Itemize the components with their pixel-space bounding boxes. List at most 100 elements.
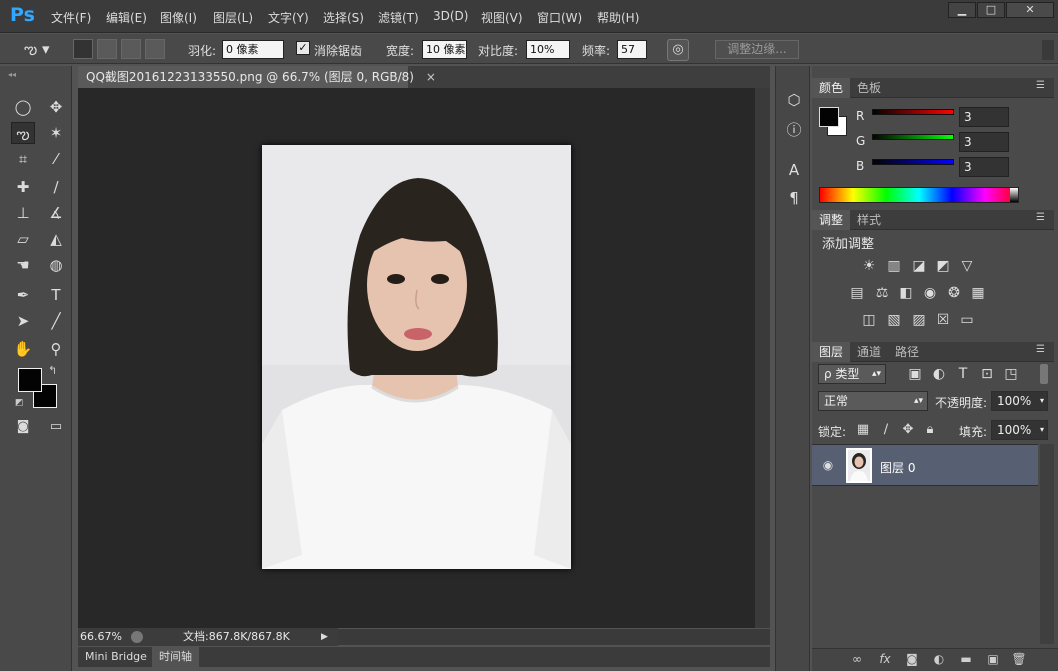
channel-mixer-icon[interactable]: ❂ — [945, 285, 963, 301]
quick-mask-icon[interactable]: ◙ — [11, 416, 35, 438]
line-tool-icon[interactable]: ╱ — [44, 310, 68, 332]
type-tool-icon[interactable]: T — [44, 284, 68, 306]
new-group-icon[interactable]: ▬ — [957, 651, 975, 667]
new-selection-icon[interactable] — [73, 39, 93, 59]
fill-input[interactable]: 100% ▾ — [991, 420, 1048, 440]
link-layers-icon[interactable]: ∞ — [848, 651, 866, 667]
tab-color[interactable]: 颜色 — [812, 78, 851, 98]
black-white-ramp[interactable] — [1010, 188, 1018, 202]
tab-channels[interactable]: 通道 — [850, 342, 888, 362]
refine-edge-button[interactable]: 调整边缘... — [715, 40, 799, 59]
zoom-level[interactable]: 66.67% — [80, 628, 122, 646]
brush-tool-icon[interactable]: ∕ — [44, 176, 68, 198]
pen-pressure-icon[interactable]: ◎ — [667, 39, 689, 61]
menu-image[interactable]: 图像(I) — [160, 9, 197, 26]
status-options-icon[interactable] — [131, 631, 143, 643]
g-slider[interactable] — [872, 134, 954, 140]
status-menu-arrow-icon[interactable]: ▶ — [321, 628, 328, 646]
color-panel-menu-icon[interactable]: ☰ — [1036, 80, 1045, 91]
close-button[interactable]: ✕ — [1006, 2, 1054, 18]
character-panel-icon[interactable]: A — [784, 160, 804, 180]
tab-paths[interactable]: 路径 — [888, 342, 926, 362]
smudge-tool-icon[interactable]: ☚ — [11, 254, 35, 276]
workspace-switcher[interactable] — [1042, 40, 1054, 60]
swap-colors-icon[interactable]: ↰ — [48, 364, 57, 377]
info-panel-icon[interactable]: ⓘ — [784, 120, 804, 140]
exposure-icon[interactable]: ◩ — [934, 258, 952, 274]
3d-panel-icon[interactable]: ⬡ — [784, 90, 804, 110]
minimize-button[interactable]: ▁ — [948, 2, 976, 18]
foreground-color-swatch[interactable] — [18, 368, 42, 392]
levels-icon[interactable]: ▥ — [885, 258, 903, 274]
path-selection-tool-icon[interactable]: ➤ — [11, 310, 35, 332]
hand-tool-icon[interactable]: ✋ — [11, 338, 35, 360]
clone-stamp-tool-icon[interactable]: ⊥ — [11, 202, 35, 224]
menu-help[interactable]: 帮助(H) — [597, 9, 639, 26]
filter-toggle[interactable] — [1040, 364, 1048, 384]
vertical-scrollbar[interactable] — [755, 88, 770, 628]
menu-view[interactable]: 视图(V) — [481, 9, 523, 26]
photo-filter-icon[interactable]: ◉ — [921, 285, 939, 301]
document-tab[interactable]: QQ截图20161223133550.png @ 66.7% (图层 0, RG… — [78, 66, 436, 88]
menu-edit[interactable]: 编辑(E) — [106, 9, 147, 26]
history-brush-tool-icon[interactable]: ∡ — [44, 202, 68, 224]
sponge-tool-icon[interactable]: ◍ — [44, 254, 68, 276]
gradient-map-icon[interactable]: ▭ — [958, 312, 976, 328]
menu-filter[interactable]: 滤镜(T) — [378, 9, 419, 26]
move-tool-icon[interactable]: ✥ — [44, 96, 68, 118]
g-input[interactable]: 3 — [959, 132, 1009, 152]
screen-mode-icon[interactable]: ▭ — [44, 416, 68, 438]
r-slider[interactable] — [872, 109, 954, 115]
frequency-input[interactable]: 57 — [617, 40, 647, 59]
tab-swatches[interactable]: 色板 — [850, 78, 888, 98]
subtract-selection-icon[interactable] — [121, 39, 141, 59]
magic-wand-tool-icon[interactable]: ✶ — [44, 122, 68, 144]
collapse-toolbar-icon[interactable]: ◂◂ — [8, 70, 16, 79]
b-input[interactable]: 3 — [959, 157, 1009, 177]
opacity-input[interactable]: 100% ▾ — [991, 391, 1048, 411]
contrast-input[interactable]: 10% — [526, 40, 570, 59]
filter-shape-icon[interactable]: ⊡ — [978, 366, 996, 382]
menu-type[interactable]: 文字(Y) — [268, 9, 309, 26]
eyedropper-tool-icon[interactable]: ⁄ — [44, 148, 68, 170]
restore-button[interactable]: □ — [977, 2, 1005, 18]
filter-pixel-icon[interactable]: ▣ — [906, 366, 924, 382]
invert-icon[interactable]: ◫ — [860, 312, 878, 328]
add-mask-icon[interactable]: ◙ — [903, 651, 921, 667]
pen-tool-icon[interactable]: ✒ — [11, 284, 35, 306]
tab-adjustments[interactable]: 调整 — [812, 210, 851, 230]
menu-window[interactable]: 窗口(W) — [537, 9, 582, 26]
horizontal-scrollbar[interactable] — [338, 629, 770, 645]
layer-filter-dropdown[interactable]: ρ 类型 ▴▾ — [818, 364, 886, 384]
tab-layers[interactable]: 图层 — [812, 342, 851, 362]
lasso-tool-icon[interactable]: ఌ — [11, 122, 35, 144]
new-layer-icon[interactable]: ▣ — [984, 651, 1002, 667]
eraser-tool-icon[interactable]: ▱ — [11, 228, 35, 250]
hue-saturation-icon[interactable]: ▤ — [848, 285, 866, 301]
layer-row[interactable]: ◉ 图层 0 — [812, 444, 1038, 486]
healing-brush-tool-icon[interactable]: ✚ — [11, 176, 35, 198]
posterize-icon[interactable]: ▧ — [885, 312, 903, 328]
paint-bucket-tool-icon[interactable]: ◭ — [44, 228, 68, 250]
color-spectrum-bar[interactable] — [819, 187, 1019, 203]
intersect-selection-icon[interactable] — [145, 39, 165, 59]
color-balance-icon[interactable]: ⚖ — [873, 285, 891, 301]
menu-3d[interactable]: 3D(D) — [433, 9, 468, 23]
adjustments-panel-menu-icon[interactable]: ☰ — [1036, 212, 1045, 223]
b-slider[interactable] — [872, 159, 954, 165]
new-adjustment-icon[interactable]: ◐ — [930, 651, 948, 667]
paragraph-panel-icon[interactable]: ¶ — [784, 188, 804, 208]
vibrance-icon[interactable]: ▽ — [958, 258, 976, 274]
polygonal-lasso-preset-icon[interactable]: ఌ ▾ — [24, 39, 64, 59]
curves-icon[interactable]: ◪ — [910, 258, 928, 274]
black-white-icon[interactable]: ◧ — [897, 285, 915, 301]
lock-image-icon[interactable]: ∕ — [878, 422, 894, 438]
default-colors-icon[interactable]: ◩ — [15, 398, 24, 408]
tab-timeline[interactable]: 时间轴 — [152, 647, 199, 667]
r-input[interactable]: 3 — [959, 107, 1009, 127]
tab-mini-bridge[interactable]: Mini Bridge — [78, 647, 154, 667]
zoom-tool-icon[interactable]: ⚲ — [44, 338, 68, 360]
color-foreground-swatch[interactable] — [819, 107, 839, 127]
document-image[interactable] — [262, 145, 571, 569]
layer-style-icon[interactable]: fx — [876, 651, 894, 667]
